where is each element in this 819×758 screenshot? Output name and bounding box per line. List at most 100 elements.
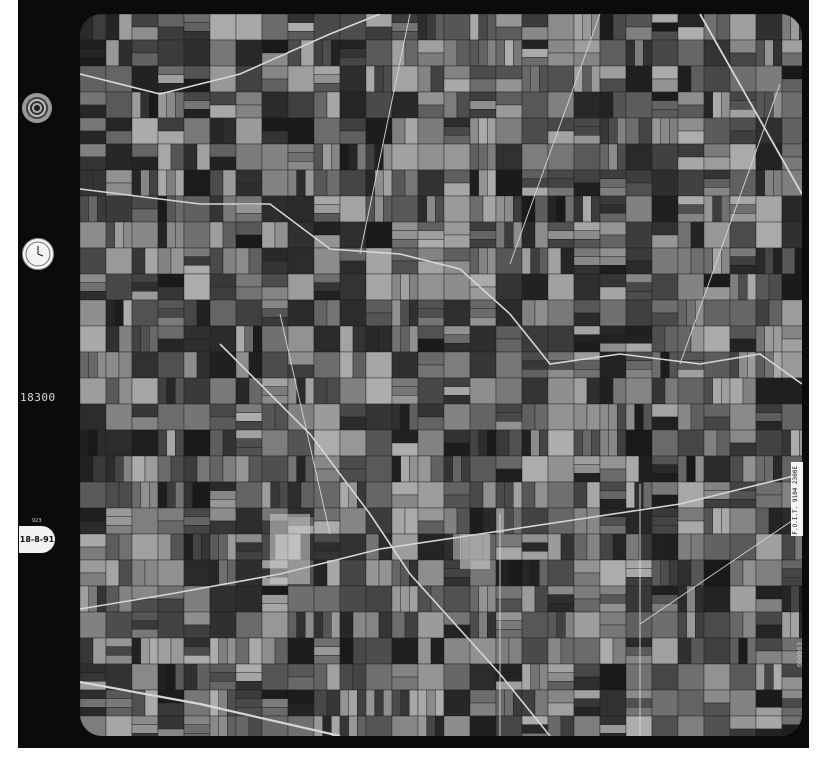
- field-parcel: [157, 247, 172, 275]
- field-parcel: [729, 91, 757, 101]
- field-parcel: [547, 14, 575, 41]
- field-parcel: [799, 429, 802, 457]
- field-parcel: [651, 234, 679, 249]
- field-parcel: [599, 525, 627, 535]
- field-parcel: [114, 455, 124, 483]
- field-parcel: [131, 169, 141, 197]
- field-parcel: [183, 195, 211, 223]
- field-parcel: [565, 611, 575, 639]
- field-parcel: [248, 715, 263, 736]
- field-parcel: [183, 516, 211, 526]
- field-parcel: [339, 260, 367, 275]
- field-parcel: [495, 637, 510, 665]
- field-parcel: [799, 585, 802, 613]
- field-parcel: [469, 637, 497, 665]
- field-parcel: [651, 100, 679, 110]
- field-parcel: [105, 377, 120, 405]
- field-parcel: [261, 637, 276, 665]
- field-parcel: [703, 117, 731, 145]
- field-parcel: [235, 273, 263, 288]
- field-parcel: [773, 169, 783, 197]
- field-parcel: [157, 429, 167, 457]
- field-parcel: [625, 260, 653, 275]
- field-parcel: [781, 403, 802, 431]
- field-parcel: [703, 299, 731, 327]
- field-parcel: [573, 182, 601, 197]
- field-parcel: [660, 117, 670, 145]
- field-parcel: [131, 143, 159, 158]
- field-parcel: [105, 299, 115, 327]
- field-parcel: [599, 468, 627, 483]
- field-parcel: [80, 520, 107, 535]
- field-parcel: [417, 520, 445, 535]
- field-parcel: [235, 429, 263, 439]
- field-parcel: [261, 299, 289, 309]
- field-parcel: [755, 624, 783, 639]
- field-parcel: [651, 403, 679, 418]
- field-parcel: [677, 195, 705, 205]
- field-parcel: [599, 143, 609, 171]
- field-parcel: [183, 733, 211, 736]
- level-bubble-icon: [22, 93, 52, 123]
- field-parcel: [157, 403, 185, 431]
- field-parcel: [521, 429, 531, 457]
- field-parcel: [365, 507, 393, 535]
- field-parcel: [478, 247, 488, 275]
- field-parcel: [521, 663, 531, 691]
- field-parcel: [703, 637, 731, 665]
- field-parcel: [742, 559, 757, 587]
- field-parcel: [443, 689, 471, 717]
- field-parcel: [478, 14, 488, 41]
- field-parcel: [547, 594, 575, 604]
- field-parcel: [105, 273, 133, 301]
- field-parcel: [183, 655, 211, 665]
- field-parcel: [478, 611, 488, 639]
- field-parcel: [443, 273, 471, 301]
- field-parcel: [88, 351, 98, 379]
- field-parcel: [149, 637, 159, 665]
- field-parcel: [157, 325, 185, 340]
- field-parcel: [638, 533, 653, 561]
- field-parcel: [599, 91, 614, 119]
- field-parcel: [651, 14, 679, 23]
- field-parcel: [495, 247, 523, 275]
- field-parcel: [149, 481, 159, 509]
- field-parcel: [599, 343, 627, 353]
- field-parcel: [313, 65, 341, 75]
- field-parcel: [504, 221, 514, 249]
- field-parcel: [339, 91, 367, 119]
- field-parcel: [508, 429, 523, 457]
- field-parcel: [149, 325, 159, 353]
- field-parcel: [365, 65, 375, 93]
- field-parcel: [391, 442, 419, 457]
- field-parcel: [582, 195, 592, 223]
- field-parcel: [261, 603, 289, 613]
- field-parcel: [625, 343, 653, 353]
- field-parcel: [261, 169, 289, 197]
- field-parcel: [123, 299, 133, 327]
- field-parcel: [123, 455, 133, 483]
- field-parcel: [131, 416, 159, 431]
- field-parcel: [305, 611, 315, 639]
- field-parcel: [764, 169, 774, 197]
- field-parcel: [495, 26, 523, 41]
- field-parcel: [192, 533, 202, 561]
- field-parcel: [781, 247, 796, 275]
- field-parcel: [469, 308, 497, 318]
- field-parcel: [521, 611, 549, 639]
- field-parcel: [742, 377, 757, 405]
- field-parcel: [417, 273, 445, 301]
- field-parcel: [790, 611, 800, 639]
- field-parcel: [222, 455, 237, 483]
- field-parcel: [547, 681, 575, 691]
- field-parcel: [664, 533, 679, 561]
- field-parcel: [617, 403, 627, 431]
- field-parcel: [651, 429, 679, 457]
- field-parcel: [729, 39, 757, 54]
- field-parcel: [703, 481, 731, 491]
- field-parcel: [599, 715, 627, 725]
- field-parcel: [534, 403, 549, 431]
- field-parcel: [357, 715, 367, 736]
- field-parcel: [183, 273, 211, 301]
- field-parcel: [625, 14, 653, 28]
